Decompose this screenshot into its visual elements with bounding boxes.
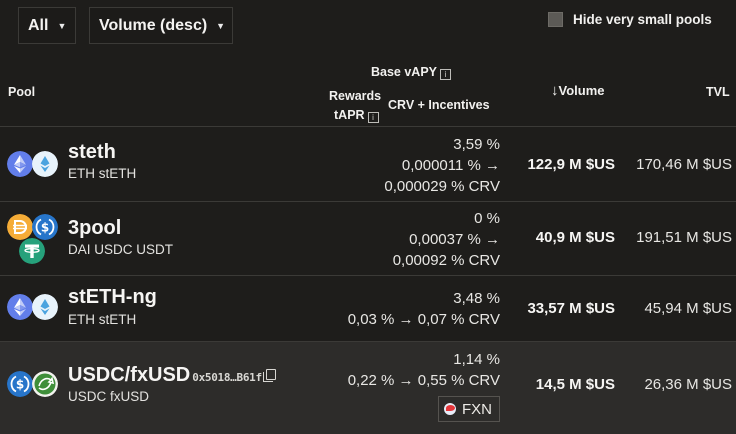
pool-tokens: ETH stETH <box>68 166 137 181</box>
apy-cell: 3,48 % 0,03 % → 0,07 % CRV <box>348 288 500 330</box>
hide-small-pools-checkbox[interactable] <box>548 12 563 27</box>
fxn-icon <box>444 403 456 415</box>
hide-small-pools-toggle[interactable]: Hide very small pools <box>548 12 712 27</box>
steth-icon <box>32 294 58 320</box>
sort-dropdown-value: Volume (desc) <box>99 16 208 34</box>
hide-small-pools-label: Hide very small pools <box>573 12 712 27</box>
pool-name[interactable]: USDC/fxUSD <box>68 364 190 386</box>
base-vapy-value: 0 % <box>474 210 500 227</box>
info-icon[interactable]: i <box>367 112 379 123</box>
table-header: Pool Base vAPY i Rewards tAPR i CRV + Ince… <box>0 54 736 127</box>
sort-arrow-down-icon: ↓ <box>551 82 559 99</box>
copy-icon[interactable] <box>262 369 276 382</box>
caret-down-icon: ▼ <box>216 20 226 31</box>
sort-dropdown[interactable]: Volume (desc) ▼ <box>89 7 233 44</box>
caret-down-icon: ▼ <box>57 20 67 31</box>
rewards-value-cont: 0,000029 % CRV <box>384 178 500 195</box>
volume-value: 40,9 M $US <box>535 229 615 246</box>
apy-cell: 3,59 % 0,000011 % → 0,000029 % CRV <box>384 134 500 197</box>
pool-name[interactable]: steth <box>68 141 116 164</box>
volume-value: 14,5 M $US <box>535 376 615 393</box>
base-vapy-value: 3,48 % <box>453 290 500 307</box>
table-row[interactable]: stETH-ng ETH stETH 3,48 % 0,03 % → 0,07 … <box>0 276 736 342</box>
pool-column-header[interactable]: Pool <box>8 85 35 99</box>
crv-incentives-header: CRV + Incentives <box>388 98 490 112</box>
toolbar: All ▼ Volume (desc) ▼ Hide very small po… <box>0 0 736 54</box>
volume-value: 122,9 M $US <box>527 156 615 173</box>
base-vapy-column-header[interactable]: Base vAPY i <box>371 65 452 80</box>
table-row[interactable]: $ 3pool DAI USDC USDT 0 % 0,00037 % → 0,… <box>0 202 736 276</box>
volume-value: 33,57 M $US <box>527 300 615 317</box>
rewards-value: 0,03 % → 0,07 % CRV <box>347 311 500 328</box>
steth-icon <box>32 151 58 177</box>
tvl-value: 191,51 M $US <box>636 229 732 246</box>
eth-icon <box>7 151 33 177</box>
tvl-value: 170,46 M $US <box>636 156 732 173</box>
rewards-value: 0,00037 % → <box>409 231 500 248</box>
filter-dropdown[interactable]: All ▼ <box>18 7 76 44</box>
dai-icon <box>7 214 33 240</box>
pool-name[interactable]: stETH-ng <box>68 286 157 309</box>
apy-cell: 1,14 % 0,22 % → 0,55 % CRV <box>348 349 500 391</box>
usdc-icon: $ <box>32 214 58 240</box>
fxusd-icon <box>32 371 58 397</box>
tvl-value: 45,94 M $US <box>644 300 732 317</box>
rewards-value: 0,000011 % → <box>401 157 500 174</box>
tapr-label: tAPR <box>334 108 365 122</box>
fxn-incentive-badge[interactable]: FXN <box>438 396 500 422</box>
filter-dropdown-value: All <box>28 16 49 34</box>
pool-name[interactable]: 3pool <box>68 217 121 240</box>
tvl-value: 26,36 M $US <box>644 376 732 393</box>
eth-icon <box>7 294 33 320</box>
volume-column-header[interactable]: ↓Volume <box>551 82 605 99</box>
pool-tokens: DAI USDC USDT <box>68 242 174 257</box>
base-vapy-value: 3,59 % <box>453 136 500 153</box>
apy-cell: 0 % 0,00037 % → 0,00092 % CRV <box>393 208 500 271</box>
svg-text:$: $ <box>16 378 24 392</box>
pool-address: 0x5018…B61f <box>192 371 262 384</box>
pool-name-group: USDC/fxUSD 0x5018…B61f <box>68 364 276 387</box>
volume-label: Volume <box>558 83 605 98</box>
info-icon[interactable]: i <box>440 69 452 80</box>
pool-tokens: ETH stETH <box>68 312 137 327</box>
rewards-value: 0,22 % → 0,55 % CRV <box>347 372 500 389</box>
usdc-icon: $ <box>7 371 33 397</box>
svg-text:$: $ <box>41 221 49 235</box>
pool-tokens: USDC fxUSD <box>68 389 150 404</box>
tapr-header[interactable]: tAPR i <box>334 108 379 123</box>
base-vapy-label: Base vAPY <box>371 65 438 79</box>
rewards-column-header[interactable]: Rewards <box>329 89 381 103</box>
usdt-icon <box>19 238 45 264</box>
table-row[interactable]: $ USDC/fxUSD 0x5018…B61f USDC fxUSD 1,14 … <box>0 342 736 434</box>
base-vapy-value: 1,14 % <box>453 351 500 368</box>
table-row[interactable]: steth ETH stETH 3,59 % 0,000011 % → 0,00… <box>0 128 736 202</box>
tvl-column-header[interactable]: TVL <box>706 85 730 99</box>
rewards-value-cont: 0,00092 % CRV <box>392 252 500 269</box>
fxn-label: FXN <box>462 400 492 418</box>
